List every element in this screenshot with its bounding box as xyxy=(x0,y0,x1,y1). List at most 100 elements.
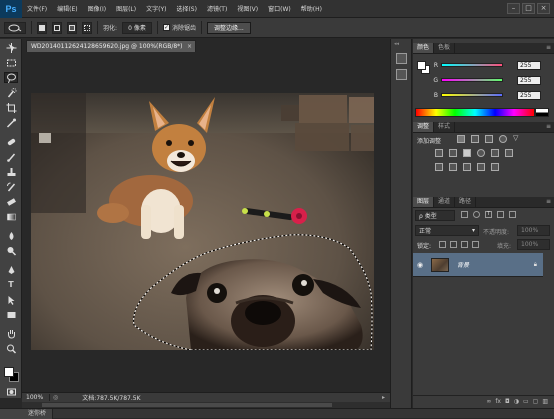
zoom-tool-icon[interactable] xyxy=(4,343,18,354)
lasso-tool-icon[interactable] xyxy=(4,72,18,83)
panel-menu-icon[interactable]: ≡ xyxy=(546,43,554,53)
properties-panel-icon[interactable] xyxy=(396,69,407,80)
adjustment-filter-icon[interactable] xyxy=(473,211,480,218)
opacity-input[interactable]: 100% xyxy=(517,225,550,236)
lock-transparent-icon[interactable] xyxy=(439,241,446,248)
lasso-preset-picker[interactable] xyxy=(4,21,26,34)
layer-row-background[interactable]: ◉ 背景 🔒︎ xyxy=(413,253,543,277)
menu-window[interactable]: 窗口(W) xyxy=(263,4,296,13)
history-brush-tool-icon[interactable] xyxy=(4,181,18,192)
link-layers-icon[interactable]: ∞ xyxy=(486,398,491,405)
selective-color-icon[interactable] xyxy=(491,163,499,171)
channel-mixer-icon[interactable] xyxy=(491,149,499,157)
blend-mode-select[interactable]: 正常 ▾ xyxy=(415,225,479,236)
eraser-tool-icon[interactable] xyxy=(4,196,18,207)
subtract-selection-icon[interactable] xyxy=(67,21,77,34)
menu-select[interactable]: 选择(S) xyxy=(171,4,202,13)
new-selection-icon[interactable] xyxy=(37,21,47,34)
color-lookup-icon[interactable] xyxy=(505,149,513,157)
lock-pixels-icon[interactable] xyxy=(450,241,457,248)
color-spectrum-bw[interactable] xyxy=(535,108,549,117)
menu-image[interactable]: 图像(I) xyxy=(83,4,111,13)
brightness-icon[interactable] xyxy=(457,135,465,143)
tab-color[interactable]: 颜色 xyxy=(413,43,435,53)
intersect-selection-icon[interactable] xyxy=(82,21,92,34)
foreground-color-swatch[interactable] xyxy=(4,367,14,377)
delete-layer-icon[interactable]: ▥ xyxy=(542,398,548,405)
type-filter-icon[interactable]: T xyxy=(485,211,492,218)
hand-tool-icon[interactable] xyxy=(4,328,18,339)
tab-channels[interactable]: 通道 xyxy=(434,197,456,207)
smart-object-filter-icon[interactable] xyxy=(509,211,516,218)
photo-filter-icon[interactable] xyxy=(477,149,485,157)
color-foreground-swatch[interactable] xyxy=(417,61,426,70)
dodge-tool-icon[interactable] xyxy=(4,245,18,256)
new-layer-icon[interactable]: ▢ xyxy=(533,398,539,405)
status-arrow-icon[interactable]: ▸ xyxy=(382,394,390,401)
close-document-icon[interactable]: × xyxy=(187,41,192,52)
rectangle-tool-icon[interactable] xyxy=(4,309,18,320)
history-panel-icon[interactable] xyxy=(396,53,407,64)
blur-tool-icon[interactable] xyxy=(4,230,18,241)
document-image[interactable] xyxy=(31,93,374,350)
menu-filter[interactable]: 滤镜(T) xyxy=(202,4,232,13)
exposure-icon[interactable] xyxy=(499,135,507,143)
fill-input[interactable]: 100% xyxy=(517,239,550,250)
tab-paths[interactable]: 路径 xyxy=(455,197,477,207)
tab-swatches[interactable]: 色板 xyxy=(434,43,456,53)
document-tab[interactable]: WD20140112624128659620.jpg @ 100%(RGB/8*… xyxy=(26,40,196,52)
panel-menu-icon[interactable]: ≡ xyxy=(546,122,554,132)
brush-tool-icon[interactable] xyxy=(4,151,18,162)
healing-brush-tool-icon[interactable] xyxy=(4,136,18,147)
posterize-icon[interactable] xyxy=(449,163,457,171)
new-group-icon[interactable]: ▭ xyxy=(523,398,529,405)
color-spectrum[interactable] xyxy=(415,108,535,117)
antialias-checkbox[interactable]: ✓ 消除锯齿 xyxy=(163,23,196,32)
green-slider[interactable] xyxy=(441,78,503,82)
lock-all-icon[interactable] xyxy=(472,241,479,248)
levels-icon[interactable] xyxy=(471,135,479,143)
red-value[interactable]: 255 xyxy=(517,60,541,70)
type-tool-icon[interactable]: T xyxy=(4,279,18,290)
tab-adjustments[interactable]: 调整 xyxy=(413,122,435,132)
lock-position-icon[interactable] xyxy=(461,241,468,248)
close-button[interactable]: × xyxy=(537,3,550,14)
gradient-tool-icon[interactable] xyxy=(4,211,18,222)
gradient-map-icon[interactable] xyxy=(477,163,485,171)
tab-layers[interactable]: 图层 xyxy=(413,197,435,207)
layer-name[interactable]: 背景 xyxy=(457,260,469,269)
layer-mask-icon[interactable]: ◘ xyxy=(505,398,510,405)
layer-kind-filter[interactable]: ρ 类型 xyxy=(415,210,455,221)
maximize-button[interactable]: □ xyxy=(522,3,535,14)
menu-edit[interactable]: 编辑(E) xyxy=(52,4,82,13)
red-slider[interactable] xyxy=(441,63,503,67)
path-selection-tool-icon[interactable] xyxy=(4,294,18,305)
blue-slider[interactable] xyxy=(441,93,503,97)
panel-menu-icon[interactable]: ≡ xyxy=(546,197,554,207)
quick-selection-tool-icon[interactable] xyxy=(4,87,18,98)
adjustment-layer-icon[interactable]: ◑ xyxy=(514,398,519,405)
vibrance-icon[interactable]: ▽ xyxy=(513,135,521,143)
feather-input[interactable]: 0 像素 xyxy=(122,21,153,34)
layer-style-icon[interactable]: fx xyxy=(495,398,501,405)
visibility-eye-icon[interactable]: ◉ xyxy=(413,261,427,269)
hue-saturation-icon[interactable] xyxy=(435,149,443,157)
add-selection-icon[interactable] xyxy=(52,21,62,34)
mini-bridge-tab[interactable]: 迷你桥 xyxy=(0,408,54,419)
refine-edge-button[interactable]: 调整边缘... xyxy=(207,21,251,34)
minimize-button[interactable]: – xyxy=(507,3,520,14)
zoom-level[interactable]: 100% xyxy=(22,394,50,401)
black-white-icon[interactable] xyxy=(463,149,471,157)
curves-icon[interactable] xyxy=(485,135,493,143)
menu-file[interactable]: 文件(F) xyxy=(22,4,52,13)
color-balance-icon[interactable] xyxy=(449,149,457,157)
collapse-arrows-icon[interactable]: ◂◂ xyxy=(394,41,410,47)
menu-type[interactable]: 文字(Y) xyxy=(141,4,171,13)
green-value[interactable]: 255 xyxy=(517,75,541,85)
crop-tool-icon[interactable] xyxy=(4,102,18,113)
blue-value[interactable]: 255 xyxy=(517,90,541,100)
marquee-tool-icon[interactable] xyxy=(4,57,18,68)
clone-stamp-tool-icon[interactable] xyxy=(4,166,18,177)
quick-mask-icon[interactable] xyxy=(4,386,18,397)
menu-help[interactable]: 帮助(H) xyxy=(296,4,327,13)
